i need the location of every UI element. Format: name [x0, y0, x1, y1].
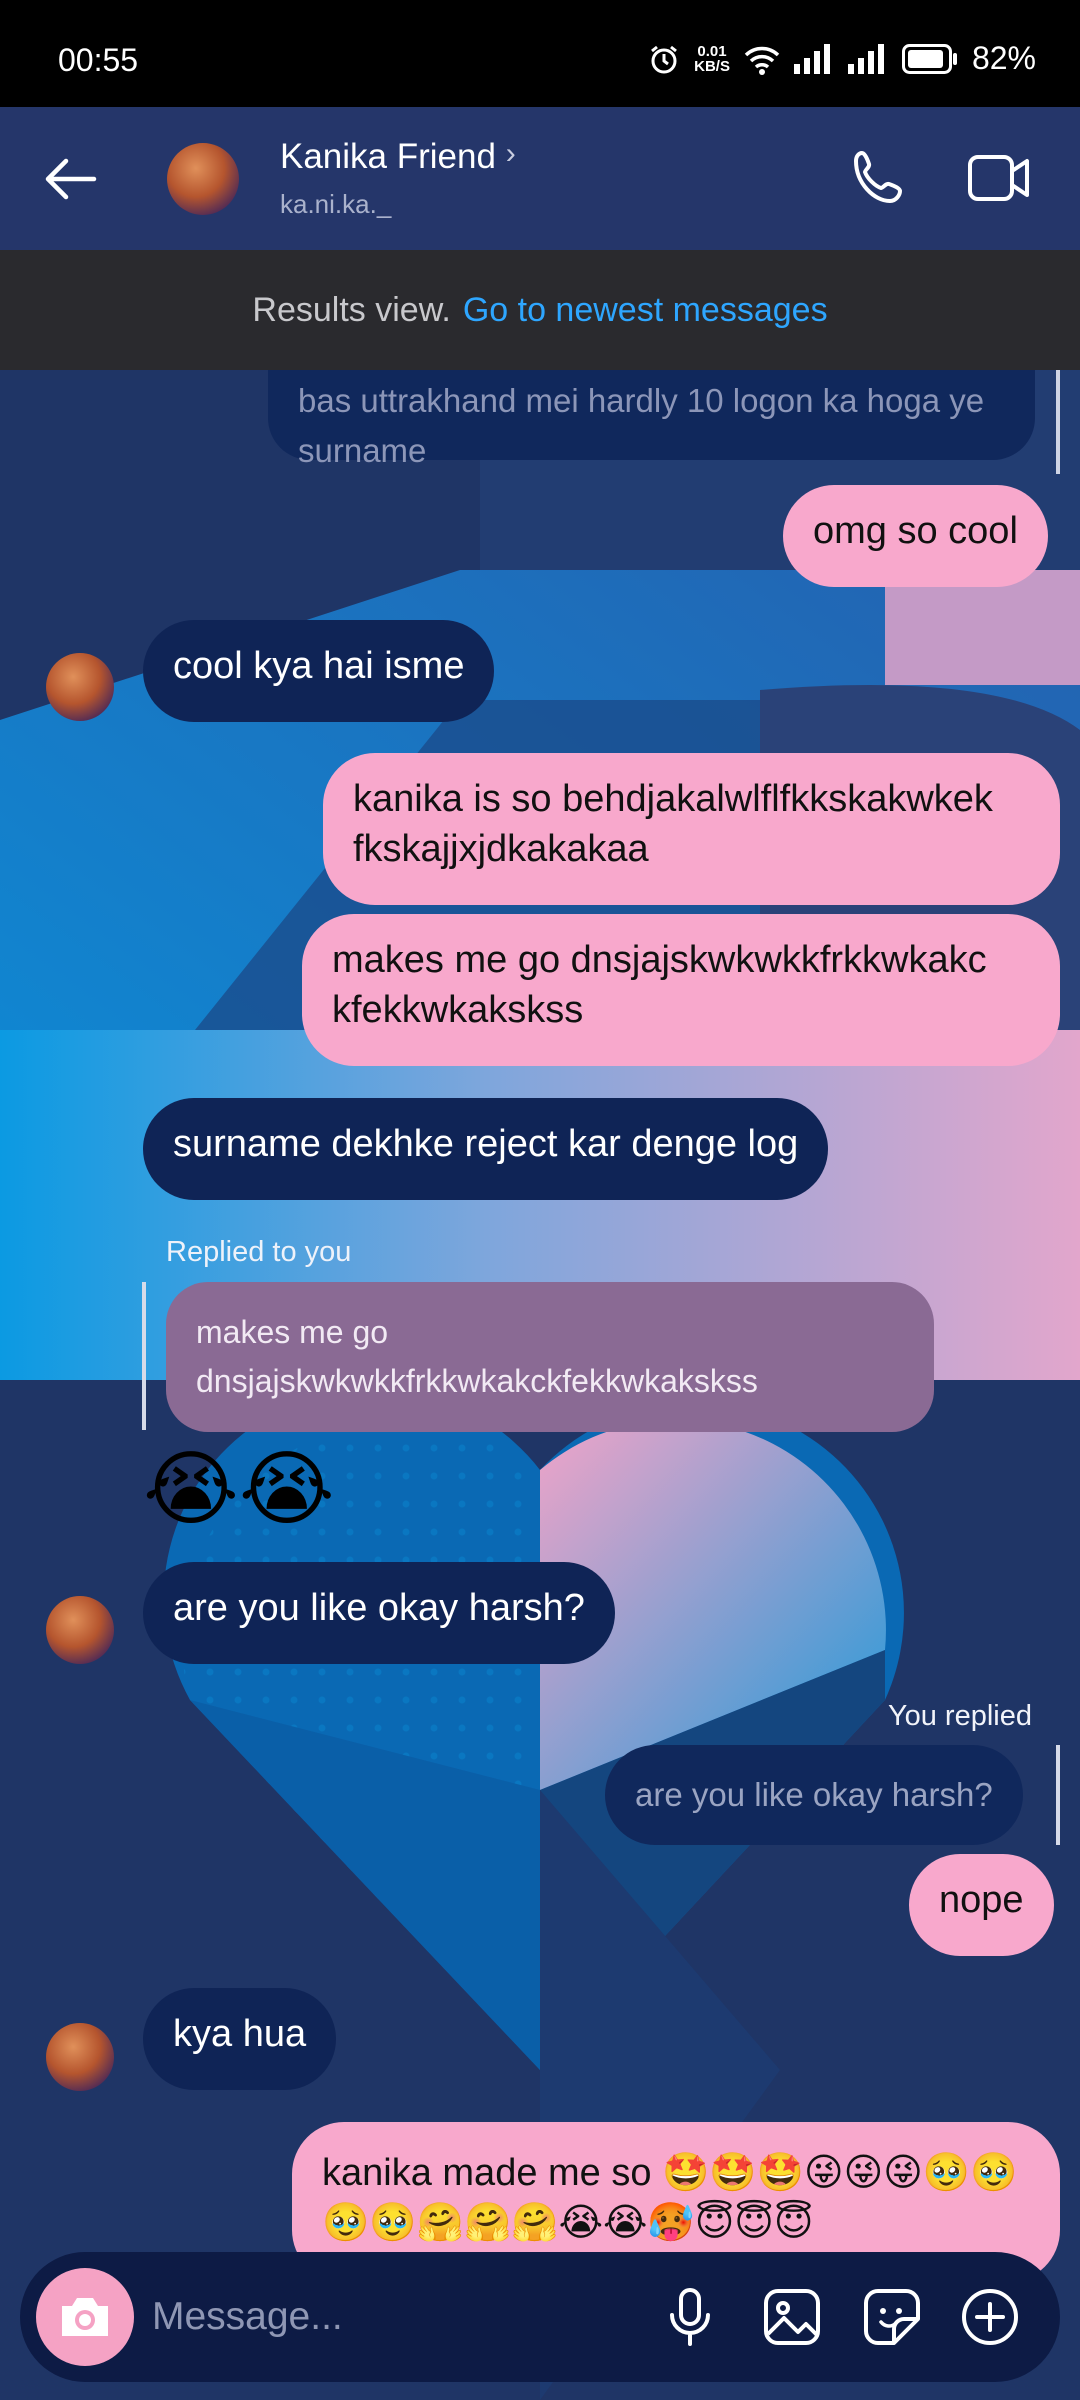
voice-message-button[interactable] [660, 2287, 720, 2347]
message-thread[interactable]: bas uttrakhand mei hardly 10 logon ka ho… [0, 370, 1080, 2400]
sender-avatar[interactable] [46, 2023, 114, 2091]
camera-button[interactable] [36, 2268, 134, 2366]
reply-label: Replied to you [166, 1236, 352, 1268]
message-bubble-outgoing[interactable]: omg so cool [783, 485, 1048, 587]
message-bubble-incoming[interactable]: cool kya hai isme [143, 620, 495, 722]
quoted-message[interactable]: are you like okay harsh? [605, 1745, 1023, 1845]
message-bubble-outgoing[interactable]: nope [909, 1854, 1054, 1956]
sender-avatar[interactable] [46, 653, 114, 721]
status-icons: 0.01 KB/S 82% [648, 40, 1036, 77]
results-view-text: Results view. [252, 290, 451, 329]
more-options-button[interactable] [960, 2287, 1020, 2347]
contact-name[interactable]: Kanika Friend › [280, 137, 516, 177]
signal-icon-1 [793, 43, 830, 74]
quoted-message[interactable]: makes me go dnsjajskwkwkkfrkkwkakckfekkw… [166, 1282, 934, 1432]
image-icon [764, 2289, 820, 2345]
gallery-button[interactable] [762, 2287, 822, 2347]
microphone-icon [670, 2288, 710, 2346]
status-time: 00:55 [58, 42, 139, 78]
reply-indicator-line [1056, 370, 1060, 474]
battery-percent: 82% [971, 40, 1036, 76]
video-call-button[interactable] [966, 147, 1032, 209]
contact-handle: ka.ni.ka._ [280, 189, 392, 219]
plus-circle-icon [962, 2289, 1018, 2345]
signal-icon-2 [847, 43, 884, 74]
alarm-icon [651, 45, 678, 73]
message-bubble-outgoing-reply[interactable]: bas uttrakhand mei hardly 10 logon ka ho… [268, 370, 1035, 469]
voice-call-button[interactable] [848, 147, 910, 209]
back-button[interactable] [40, 149, 100, 209]
reply-indicator-line [142, 1282, 146, 1430]
reply-label: You replied [887, 1700, 1032, 1732]
message-bubble-outgoing[interactable]: makes me go dnsjajskwkwkkfrkkwkakc kfekk… [302, 914, 1060, 1066]
net-speed: 0.01 KB/S [694, 42, 730, 75]
message-bubble-outgoing[interactable]: kanika is so behdjakalwlflfkkskakwkek fk… [323, 753, 1060, 905]
video-camera-icon [968, 155, 1029, 201]
camera-icon [62, 2298, 108, 2336]
sender-avatar[interactable] [46, 1596, 114, 1664]
message-bubble-incoming[interactable]: kya hua [143, 1988, 337, 2090]
message-input[interactable]: Message... [152, 2295, 343, 2339]
sticker-button[interactable] [862, 2287, 922, 2347]
emoji-message[interactable]: 😭😭 [143, 1442, 335, 1538]
chevron-right-icon: › [505, 137, 516, 170]
back-arrow-icon [45, 158, 97, 200]
wifi-icon [744, 46, 780, 75]
status-bar: 00:55 0.01 KB/S 82% [0, 0, 1080, 107]
battery-icon [901, 43, 957, 74]
reply-indicator-line [1056, 1745, 1060, 1845]
phone-icon [854, 151, 902, 203]
sticker-icon [864, 2289, 920, 2345]
message-bubble-incoming[interactable]: are you like okay harsh? [143, 1562, 615, 1664]
go-to-newest-link[interactable]: Go to newest messages [463, 291, 828, 330]
results-banner: Results view. Go to newest messages [0, 250, 1080, 370]
message-composer: Message... [20, 2252, 1060, 2382]
message-bubble-incoming[interactable]: surname dekhke reject kar denge log [143, 1098, 829, 1200]
contact-avatar[interactable] [167, 143, 239, 215]
chat-header: Kanika Friend › ka.ni.ka._ [0, 107, 1080, 250]
